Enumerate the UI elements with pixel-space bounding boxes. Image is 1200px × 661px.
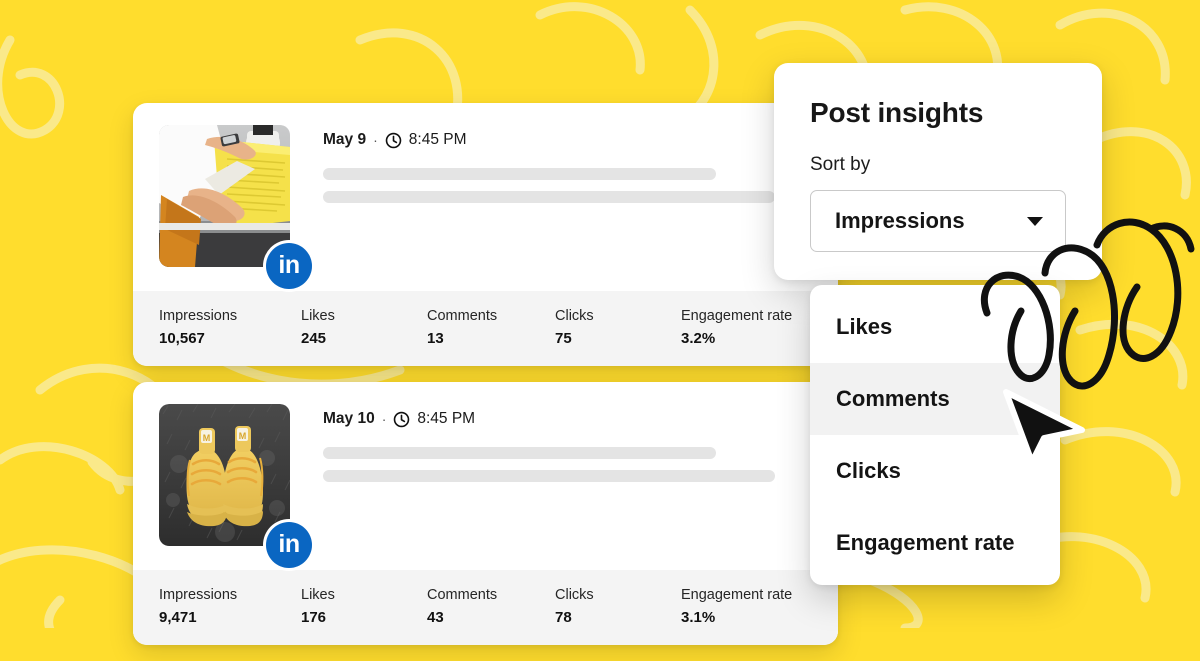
- svg-text:M: M: [239, 431, 247, 441]
- dropdown-option-comments[interactable]: Comments: [810, 363, 1060, 435]
- metric-clicks: Clicks 75: [555, 308, 681, 347]
- metric-value: 3.2%: [681, 330, 716, 347]
- chevron-down-icon: [1027, 216, 1043, 226]
- metric-likes: Likes 245: [301, 308, 427, 347]
- post-meta: May 9 · 8:45 PM: [323, 131, 814, 149]
- clock-icon: [385, 132, 402, 149]
- dropdown-option-label: Clicks: [836, 458, 901, 483]
- post-body: in May 9 · 8:45 PM: [133, 103, 838, 291]
- post-metrics-row: Impressions 10,567 Likes 245 Comments 13…: [133, 291, 838, 366]
- metric-label: Engagement rate: [681, 308, 793, 324]
- post-date: May 9: [323, 131, 367, 148]
- sort-by-select[interactable]: Impressions: [810, 190, 1066, 252]
- metric-label: Comments: [427, 587, 498, 603]
- metric-comments: Comments 43: [427, 587, 555, 626]
- post-time: 8:45 PM: [417, 410, 476, 427]
- thumbnail-image-newspaper: [159, 125, 290, 267]
- metric-likes: Likes 176: [301, 587, 427, 626]
- dropdown-option-likes[interactable]: Likes: [810, 291, 1060, 363]
- post-text-placeholder-line: [323, 447, 716, 459]
- linkedin-badge-icon: in: [266, 243, 312, 289]
- post-card[interactable]: in May 9 · 8:45 PM Impressions 10,567 Li…: [133, 103, 838, 366]
- post-thumbnail: M M: [159, 404, 290, 546]
- dropdown-option-engagement-rate[interactable]: Engagement rate: [810, 507, 1060, 579]
- metric-label: Impressions: [159, 587, 238, 603]
- metric-value: 43: [427, 609, 444, 626]
- page-title: Post insights: [810, 97, 984, 128]
- post-content: May 9 · 8:45 PM: [290, 125, 814, 267]
- metric-engagement-rate: Engagement rate 3.2%: [681, 308, 792, 347]
- metric-value: 176: [301, 609, 327, 626]
- metric-label: Engagement rate: [681, 587, 793, 603]
- clock-icon: [393, 411, 410, 428]
- post-text-placeholder-line: [323, 191, 775, 203]
- metric-clicks: Clicks 78: [555, 587, 681, 626]
- dropdown-option-label: Likes: [836, 314, 893, 339]
- post-body: M M in May 10 · 8:45 PM: [133, 382, 838, 570]
- dropdown-option-label: Comments: [836, 386, 950, 411]
- dropdown-option-clicks[interactable]: Clicks: [810, 435, 1060, 507]
- metric-value: 3.1%: [681, 609, 716, 626]
- svg-text:M: M: [203, 433, 211, 443]
- thumbnail-image-sneakers: M M: [159, 404, 290, 546]
- post-insights-panel: Post insights Sort by Impressions: [774, 63, 1102, 280]
- post-thumbnail-wrapper: M M in: [159, 404, 312, 568]
- metric-value: 9,471: [159, 609, 197, 626]
- post-text-placeholder-line: [323, 168, 716, 180]
- post-text-placeholder-line: [323, 470, 775, 482]
- metric-value: 245: [301, 330, 327, 347]
- metric-value: 75: [555, 330, 572, 347]
- sort-by-dropdown-menu: Likes Comments Clicks Engagement rate: [810, 285, 1060, 585]
- linkedin-badge-label: in: [278, 529, 300, 558]
- metric-label: Comments: [427, 308, 498, 324]
- post-date: May 10: [323, 410, 375, 427]
- metric-label: Impressions: [159, 308, 238, 324]
- metric-label: Likes: [301, 308, 335, 324]
- meta-separator: ·: [381, 411, 387, 427]
- metric-label: Likes: [301, 587, 335, 603]
- post-metrics-row: Impressions 9,471 Likes 176 Comments 43 …: [133, 570, 838, 645]
- linkedin-badge-icon: in: [266, 522, 312, 568]
- post-content: May 10 · 8:45 PM: [290, 404, 814, 546]
- metric-value: 13: [427, 330, 444, 347]
- sort-by-label: Sort by: [810, 154, 871, 175]
- metric-value: 78: [555, 609, 572, 626]
- post-feed: in May 9 · 8:45 PM Impressions 10,567 Li…: [133, 103, 838, 661]
- sort-by-selected-value: Impressions: [835, 208, 965, 233]
- metric-comments: Comments 13: [427, 308, 555, 347]
- metric-label: Clicks: [555, 587, 594, 603]
- metric-engagement-rate: Engagement rate 3.1%: [681, 587, 792, 626]
- metric-impressions: Impressions 10,567: [159, 308, 301, 347]
- metric-label: Clicks: [555, 308, 594, 324]
- dropdown-option-label: Engagement rate: [836, 530, 1015, 555]
- post-thumbnail: [159, 125, 290, 267]
- metric-value: 10,567: [159, 330, 205, 347]
- linkedin-badge-label: in: [278, 250, 300, 279]
- meta-separator: ·: [373, 132, 378, 148]
- post-meta: May 10 · 8:45 PM: [323, 410, 814, 428]
- post-thumbnail-wrapper: in: [159, 125, 312, 289]
- post-time: 8:45 PM: [408, 131, 467, 148]
- metric-impressions: Impressions 9,471: [159, 587, 301, 626]
- post-card[interactable]: M M in May 10 · 8:45 PM Impressions 9,47…: [133, 382, 838, 645]
